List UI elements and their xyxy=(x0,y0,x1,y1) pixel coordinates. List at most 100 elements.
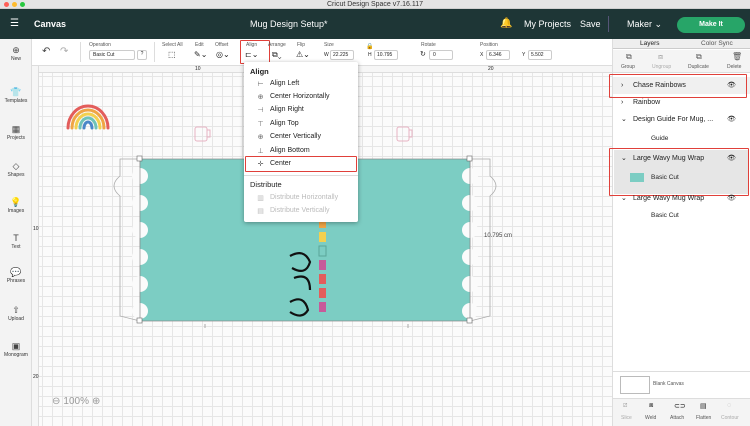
height-input[interactable]: 10.795 xyxy=(374,50,398,60)
nav-shapes[interactable]: ◇ Shapes xyxy=(0,161,32,178)
rotate-value: 0 xyxy=(433,52,436,58)
center-vertically-item[interactable]: Center Vertically xyxy=(270,133,321,140)
contour-button[interactable]: Contour xyxy=(721,415,739,421)
align-left-item[interactable]: Align Left xyxy=(270,80,299,87)
group-icon[interactable]: ⧉ xyxy=(626,52,632,62)
tab-layers[interactable]: Layers xyxy=(640,40,660,47)
attach-icon[interactable]: ⊂⊃ xyxy=(674,402,686,410)
rotate-input[interactable]: 0 xyxy=(429,50,453,60)
nav-monogram[interactable]: ▣ Monogram xyxy=(0,341,32,358)
align-right-icon: ⊣ xyxy=(257,107,264,114)
select-all-icon[interactable]: ⬚ xyxy=(168,50,176,59)
trash-icon[interactable]: 🗑 xyxy=(732,52,742,61)
duplicate-button[interactable]: Duplicate xyxy=(688,64,709,70)
operation-select[interactable]: Basic Cut xyxy=(89,50,135,60)
machine-select[interactable]: Maker ⌄ xyxy=(627,9,662,39)
align-menu-header: Align xyxy=(250,67,269,76)
undo-icon[interactable]: ↶ xyxy=(42,46,50,57)
save-button[interactable]: Save xyxy=(580,9,601,39)
slice-icon[interactable]: ⧄ xyxy=(623,402,627,410)
layer-sub-item[interactable]: Basic Cut xyxy=(613,207,750,224)
layer-name: Design Guide For Mug, ... xyxy=(633,116,714,123)
y-input[interactable]: 5.502 xyxy=(528,50,552,60)
nav-upload[interactable]: ⇧ Upload xyxy=(0,305,32,322)
eye-icon[interactable]: 👁 xyxy=(727,190,736,207)
shapes-icon: ◇ xyxy=(12,161,20,171)
distribute-vertically-icon: ▤ xyxy=(257,208,264,215)
attach-button[interactable]: Attach xyxy=(670,415,684,421)
rainbow-image[interactable] xyxy=(66,104,110,130)
group-button[interactable]: Group xyxy=(621,64,635,70)
delete-button[interactable]: Delete xyxy=(727,64,741,70)
layer-highlight xyxy=(609,148,749,196)
weld-button[interactable]: Weld xyxy=(645,415,656,421)
align-right-item[interactable]: Align Right xyxy=(270,106,304,113)
width-input[interactable]: 22.225 xyxy=(330,50,354,60)
distribute-header: Distribute xyxy=(250,180,282,189)
redo-icon[interactable]: ↷ xyxy=(60,46,68,57)
eye-icon[interactable]: 👁 xyxy=(727,111,736,128)
my-projects-link[interactable]: My Projects xyxy=(524,9,571,39)
layer-item[interactable]: › Rainbow xyxy=(613,94,750,111)
canvas-label: Canvas xyxy=(34,19,67,29)
nav-phrases[interactable]: 💬 Phrases xyxy=(0,267,32,284)
width-value: 22.225 xyxy=(333,52,349,58)
chevron-right-icon[interactable]: › xyxy=(621,94,623,111)
slice-button[interactable]: Slice xyxy=(621,415,632,421)
nav-new[interactable]: ⊕ New xyxy=(0,45,32,62)
nav-images[interactable]: 💡 Images xyxy=(0,197,32,214)
distribute-horizontally-item[interactable]: Distribute Horizontally xyxy=(270,194,338,201)
flatten-button[interactable]: Flatten xyxy=(696,415,711,421)
layer-item[interactable]: ⌄ Design Guide For Mug, ... 👁 xyxy=(613,111,750,128)
layer-name: Large Wavy Mug Wrap xyxy=(633,195,705,202)
edit-icon[interactable]: ✎⌄ xyxy=(194,50,207,59)
chevron-down-icon[interactable]: ⌄ xyxy=(621,111,627,128)
blank-canvas-row[interactable]: Blank Canvas xyxy=(613,371,750,397)
toolbar-divider xyxy=(80,42,81,62)
weld-icon[interactable]: ⧈ xyxy=(649,402,653,410)
menu-icon[interactable]: ☰ xyxy=(10,9,19,39)
offset-icon[interactable]: ◎⌄ xyxy=(216,50,230,59)
chevron-down-icon: ⌄ xyxy=(654,19,663,29)
contour-icon[interactable]: ◌ xyxy=(727,402,731,409)
ungroup-icon[interactable]: ⧈ xyxy=(658,52,663,62)
align-bottom-item[interactable]: Align Bottom xyxy=(270,147,310,154)
app-header: ☰ Canvas Mug Design Setup* 🔔 My Projects… xyxy=(0,9,750,39)
ungroup-button[interactable]: Ungroup xyxy=(652,64,671,70)
operation-info-icon[interactable]: ? xyxy=(137,50,147,60)
x-input[interactable]: 6.346 xyxy=(486,50,510,60)
zoom-out-icon[interactable]: ⊖ xyxy=(52,396,60,407)
operation-label: Operation xyxy=(89,42,111,48)
left-sidebar: ⊕ New 👕 Templates ▦ Projects ◇ Shapes 💡 Image… xyxy=(0,39,32,426)
zoom-in-icon[interactable]: ⊕ xyxy=(92,396,100,407)
x-value: 6.346 xyxy=(489,52,502,58)
zoom-control: ⊖ 100% ⊕ xyxy=(52,396,100,407)
align-top-item[interactable]: Align Top xyxy=(270,120,299,127)
distribute-vertically-item[interactable]: Distribute Vertically xyxy=(270,207,330,214)
flip-label: Flip xyxy=(297,42,306,48)
flip-icon[interactable]: ⚠⌄ xyxy=(296,50,310,59)
layer-sub-item[interactable]: Guide xyxy=(613,130,750,147)
align-dropdown: Align ⊢ Align Left ⊕ Center Horizontally… xyxy=(244,62,358,222)
make-it-button[interactable]: Make It xyxy=(677,17,745,33)
monogram-icon: ▣ xyxy=(11,341,21,351)
height-value: 10.795 xyxy=(377,52,393,58)
tab-color-sync[interactable]: Color Sync xyxy=(701,40,733,47)
bell-icon[interactable]: 🔔 xyxy=(500,9,512,39)
center-horizontally-item[interactable]: Center Horizontally xyxy=(270,93,330,100)
width-label: W xyxy=(324,52,329,58)
duplicate-icon[interactable]: ⧉ xyxy=(696,52,702,62)
nav-text[interactable]: T Text xyxy=(0,233,32,250)
rotate-icon: ↻ xyxy=(420,51,426,58)
layer-actions: ⧉ Group ⧈ Ungroup ⧉ Duplicate 🗑 Delete xyxy=(613,50,750,73)
arrange-icon[interactable]: ⧉⌄ xyxy=(272,50,282,60)
nav-label: Images xyxy=(7,208,25,214)
layer-item[interactable]: ⌄ Large Wavy Mug Wrap 👁 xyxy=(613,190,750,207)
offset-label: Offset xyxy=(215,42,229,48)
nav-templates[interactable]: 👕 Templates xyxy=(0,87,32,104)
chevron-down-icon[interactable]: ⌄ xyxy=(621,190,627,207)
canvas-swatch[interactable] xyxy=(620,376,650,394)
flatten-icon[interactable]: ▤ xyxy=(700,402,707,410)
lock-icon[interactable]: 🔒 xyxy=(366,43,373,50)
nav-projects[interactable]: ▦ Projects xyxy=(0,124,32,141)
